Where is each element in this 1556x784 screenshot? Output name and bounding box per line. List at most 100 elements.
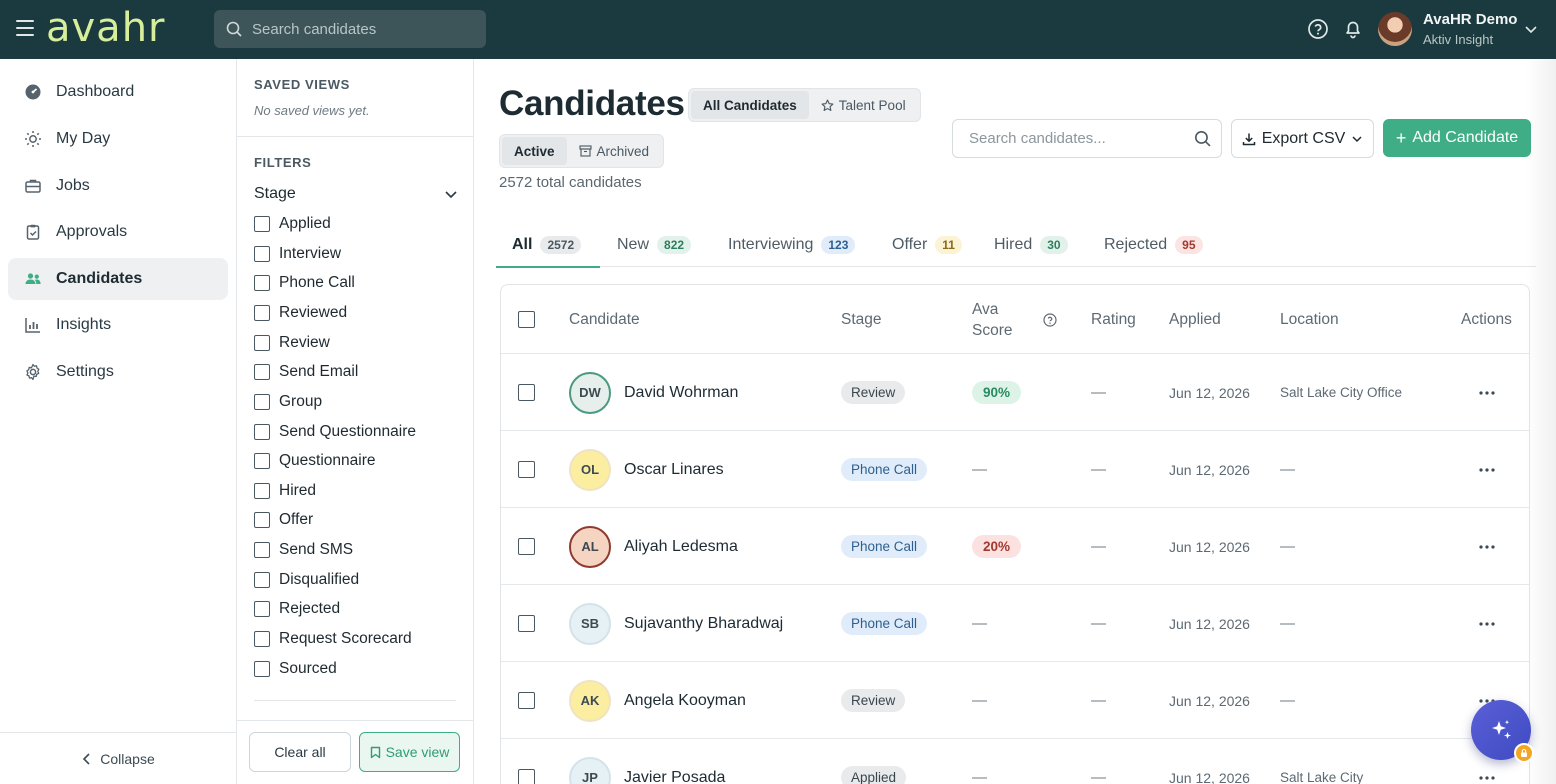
save-view-button[interactable]: Save view bbox=[359, 732, 460, 772]
more-actions-icon[interactable] bbox=[1479, 390, 1495, 395]
checkbox[interactable] bbox=[254, 453, 270, 469]
candidate-name[interactable]: Aliyah Ledesma bbox=[624, 538, 738, 556]
more-actions-icon[interactable] bbox=[1479, 544, 1495, 549]
stage-checkbox-review[interactable]: Review bbox=[254, 334, 330, 352]
more-actions-icon[interactable] bbox=[1479, 775, 1495, 780]
column-header-location[interactable]: Location bbox=[1280, 285, 1339, 354]
column-header-ava-score[interactable]: Ava Score bbox=[972, 285, 1013, 354]
checkbox[interactable] bbox=[254, 394, 270, 410]
candidate-name[interactable]: Sujavanthy Bharadwaj bbox=[624, 615, 783, 633]
row-checkbox[interactable] bbox=[518, 615, 535, 632]
column-header-candidate[interactable]: Candidate bbox=[569, 285, 640, 354]
checkbox[interactable] bbox=[254, 661, 270, 677]
tab-all[interactable]: All 2572 bbox=[496, 222, 600, 268]
tab-active[interactable]: Active bbox=[502, 137, 567, 165]
candidate-cell[interactable]: AL Aliyah Ledesma bbox=[569, 508, 738, 585]
row-checkbox[interactable] bbox=[518, 692, 535, 709]
global-search[interactable] bbox=[214, 10, 486, 48]
candidate-name[interactable]: Angela Kooyman bbox=[624, 692, 746, 710]
checkbox[interactable] bbox=[254, 275, 270, 291]
tab-new[interactable]: New 822 bbox=[617, 222, 692, 267]
stage-checkbox-applied[interactable]: Applied bbox=[254, 215, 331, 233]
sidebar-item-dashboard[interactable]: Dashboard bbox=[8, 71, 228, 113]
checkbox[interactable] bbox=[254, 601, 270, 617]
tab-interviewing[interactable]: Interviewing 123 bbox=[728, 222, 856, 267]
checkbox[interactable] bbox=[254, 335, 270, 351]
collapse-button[interactable]: Collapse bbox=[0, 732, 237, 784]
checkbox[interactable] bbox=[254, 512, 270, 528]
bell-icon[interactable] bbox=[1342, 18, 1364, 40]
checkbox[interactable] bbox=[254, 305, 270, 321]
global-search-input[interactable] bbox=[252, 20, 472, 38]
table-row[interactable]: DW David Wohrman Review 90% — Jun 12, 20… bbox=[501, 353, 1529, 431]
stage-checkbox-group[interactable]: Group bbox=[254, 393, 322, 411]
candidate-name[interactable]: David Wohrman bbox=[624, 384, 738, 402]
checkbox[interactable] bbox=[254, 631, 270, 647]
row-checkbox[interactable] bbox=[518, 384, 535, 401]
search-icon[interactable] bbox=[1194, 130, 1211, 147]
tab-offer[interactable]: Offer 11 bbox=[892, 222, 962, 267]
checkbox[interactable] bbox=[254, 364, 270, 380]
table-row[interactable]: OL Oscar Linares Phone Call — — Jun 12, … bbox=[501, 430, 1529, 508]
add-candidate-button[interactable]: + Add Candidate bbox=[1383, 119, 1531, 157]
candidate-cell[interactable]: SB Sujavanthy Bharadwaj bbox=[569, 585, 783, 662]
info-icon[interactable] bbox=[1043, 285, 1057, 354]
stage-checkbox-hired[interactable]: Hired bbox=[254, 482, 316, 500]
stage-checkbox-offer[interactable]: Offer bbox=[254, 511, 313, 529]
row-checkbox[interactable] bbox=[518, 461, 535, 478]
candidate-cell[interactable]: AK Angela Kooyman bbox=[569, 662, 746, 739]
sidebar-item-jobs[interactable]: Jobs bbox=[8, 165, 228, 207]
stage-checkbox-request-scorecard[interactable]: Request Scorecard bbox=[254, 630, 412, 648]
more-actions-icon[interactable] bbox=[1479, 621, 1495, 626]
more-actions-icon[interactable] bbox=[1479, 467, 1495, 472]
sidebar-item-approvals[interactable]: Approvals bbox=[8, 211, 228, 253]
sidebar-item-insights[interactable]: Insights bbox=[8, 304, 228, 346]
checkbox[interactable] bbox=[254, 572, 270, 588]
stage-checkbox-questionnaire[interactable]: Questionnaire bbox=[254, 452, 376, 470]
candidate-cell[interactable]: OL Oscar Linares bbox=[569, 431, 724, 508]
stage-checkbox-rejected[interactable]: Rejected bbox=[254, 600, 340, 618]
checkbox[interactable] bbox=[254, 483, 270, 499]
table-row[interactable]: AK Angela Kooyman Review — — Jun 12, 202… bbox=[501, 661, 1529, 739]
app-logo[interactable]: avahr bbox=[46, 8, 166, 48]
table-row[interactable]: JP Javier Posada Applied — — Jun 12, 202… bbox=[501, 738, 1529, 784]
checkbox[interactable] bbox=[254, 542, 270, 558]
column-header-applied[interactable]: Applied bbox=[1169, 285, 1221, 354]
export-csv-button[interactable]: Export CSV bbox=[1231, 119, 1374, 158]
column-header-stage[interactable]: Stage bbox=[841, 285, 882, 354]
stage-checkbox-sourced[interactable]: Sourced bbox=[254, 660, 337, 678]
tab-rejected[interactable]: Rejected 95 bbox=[1104, 222, 1203, 267]
stage-checkbox-reviewed[interactable]: Reviewed bbox=[254, 304, 347, 322]
row-checkbox[interactable] bbox=[518, 538, 535, 555]
tab-hired[interactable]: Hired 30 bbox=[994, 222, 1068, 267]
stage-checkbox-phone-call[interactable]: Phone Call bbox=[254, 274, 355, 292]
candidate-search-input[interactable] bbox=[969, 130, 1194, 147]
tab-all-candidates[interactable]: All Candidates bbox=[691, 91, 809, 119]
tab-archived[interactable]: Archived bbox=[567, 137, 662, 165]
row-checkbox[interactable] bbox=[518, 769, 535, 784]
chevron-down-icon[interactable] bbox=[1524, 22, 1538, 36]
stage-checkbox-send-questionnaire[interactable]: Send Questionnaire bbox=[254, 423, 416, 441]
candidate-search[interactable] bbox=[952, 119, 1222, 158]
select-all-checkbox[interactable] bbox=[518, 311, 535, 328]
table-row[interactable]: AL Aliyah Ledesma Phone Call 20% — Jun 1… bbox=[501, 507, 1529, 585]
column-header-rating[interactable]: Rating bbox=[1091, 285, 1136, 354]
table-row[interactable]: SB Sujavanthy Bharadwaj Phone Call — — J… bbox=[501, 584, 1529, 662]
tab-talent-pool[interactable]: Talent Pool bbox=[809, 91, 918, 119]
clear-all-button[interactable]: Clear all bbox=[249, 732, 351, 772]
checkbox[interactable] bbox=[254, 216, 270, 232]
help-icon[interactable] bbox=[1307, 18, 1329, 40]
menu-icon[interactable] bbox=[16, 20, 34, 36]
sidebar-item-my-day[interactable]: My Day bbox=[8, 118, 228, 160]
candidate-name[interactable]: Oscar Linares bbox=[624, 461, 724, 479]
candidate-cell[interactable]: JP Javier Posada bbox=[569, 739, 725, 784]
sidebar-item-settings[interactable]: Settings bbox=[8, 351, 228, 393]
avatar[interactable] bbox=[1378, 12, 1412, 46]
stage-checkbox-interview[interactable]: Interview bbox=[254, 245, 341, 263]
sidebar-item-candidates[interactable]: Candidates bbox=[8, 258, 228, 300]
stage-checkbox-disqualified[interactable]: Disqualified bbox=[254, 571, 359, 589]
checkbox[interactable] bbox=[254, 246, 270, 262]
candidate-name[interactable]: Javier Posada bbox=[624, 769, 725, 784]
candidate-cell[interactable]: DW David Wohrman bbox=[569, 354, 738, 431]
stage-filter-toggle[interactable]: Stage bbox=[254, 185, 458, 203]
